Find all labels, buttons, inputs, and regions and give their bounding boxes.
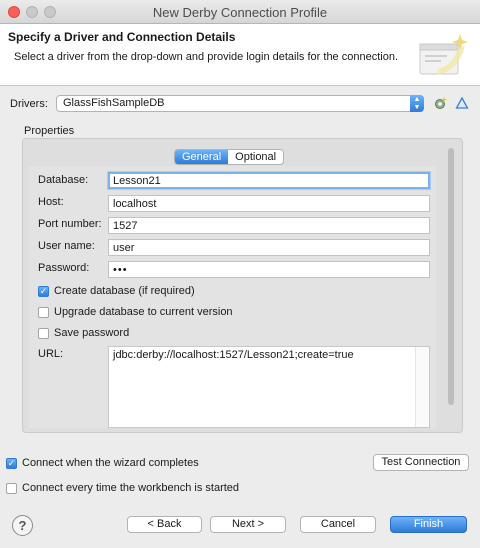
back-button[interactable]: < Back	[127, 516, 202, 533]
properties-label: Properties	[24, 125, 75, 137]
url-field[interactable]: jdbc:derby://localhost:1527/Lesson21;cre…	[108, 346, 430, 428]
password-label: Password:	[38, 262, 90, 274]
password-field[interactable]: •••	[108, 261, 430, 278]
database-field[interactable]: Lesson21	[108, 172, 430, 189]
connect-every-time-label: Connect every time the workbench is star…	[22, 482, 240, 494]
create-database-checkbox[interactable]: ✓	[38, 286, 49, 297]
edit-driver-icon[interactable]	[455, 96, 469, 110]
help-icon[interactable]: ?	[12, 515, 33, 536]
scrollbar-thumb[interactable]	[448, 148, 454, 405]
url-value: jdbc:derby://localhost:1527/Lesson21;cre…	[113, 349, 354, 361]
connect-when-complete-checkbox[interactable]: ✓	[6, 458, 17, 469]
database-label: Database:	[38, 174, 89, 186]
save-password-label: Save password	[54, 327, 130, 339]
test-connection-button[interactable]: Test Connection	[373, 454, 469, 471]
finish-button[interactable]: Finish	[390, 516, 467, 533]
header-title: Specify a Driver and Connection Details	[8, 30, 236, 44]
port-number-field[interactable]: 1527	[108, 217, 430, 234]
wizard-banner-icon	[419, 34, 468, 75]
connect-when-complete-label: Connect when the wizard completes	[22, 457, 199, 469]
drivers-select[interactable]: GlassFishSampleDB ▲ ▼	[56, 95, 424, 112]
tab-general[interactable]: General	[175, 150, 229, 164]
window-title: New Derby Connection Profile	[152, 5, 328, 20]
properties-tabs: General Optional	[174, 149, 285, 165]
upgrade-database-label: Upgrade database to current version	[54, 306, 233, 318]
drivers-label: Drivers:	[10, 98, 48, 110]
connect-every-time-checkbox[interactable]	[6, 483, 17, 494]
host-field[interactable]: localhost	[108, 195, 430, 212]
next-button[interactable]: Next >	[210, 516, 286, 533]
save-password-checkbox[interactable]	[38, 328, 49, 339]
properties-scrollbar[interactable]	[444, 146, 458, 426]
select-arrows-icon: ▲ ▼	[410, 95, 424, 112]
url-label: URL:	[38, 348, 64, 360]
new-driver-icon[interactable]	[434, 96, 448, 110]
title-bar: New Derby Connection Profile	[0, 0, 480, 24]
header-description: Select a driver from the drop-down and p…	[14, 51, 398, 63]
port-number-label: Port number:	[38, 218, 102, 230]
url-scrollbar[interactable]	[415, 347, 429, 427]
tab-optional[interactable]: Optional	[228, 150, 283, 164]
user-name-field[interactable]: user	[108, 239, 430, 256]
wizard-header: Specify a Driver and Connection Details …	[0, 24, 480, 86]
host-label: Host:	[38, 196, 64, 208]
user-name-label: User name:	[38, 240, 95, 252]
cancel-button[interactable]: Cancel	[300, 516, 376, 533]
drivers-selected-value: GlassFishSampleDB	[63, 97, 165, 109]
upgrade-database-checkbox[interactable]	[38, 307, 49, 318]
create-database-label: Create database (if required)	[54, 285, 195, 297]
